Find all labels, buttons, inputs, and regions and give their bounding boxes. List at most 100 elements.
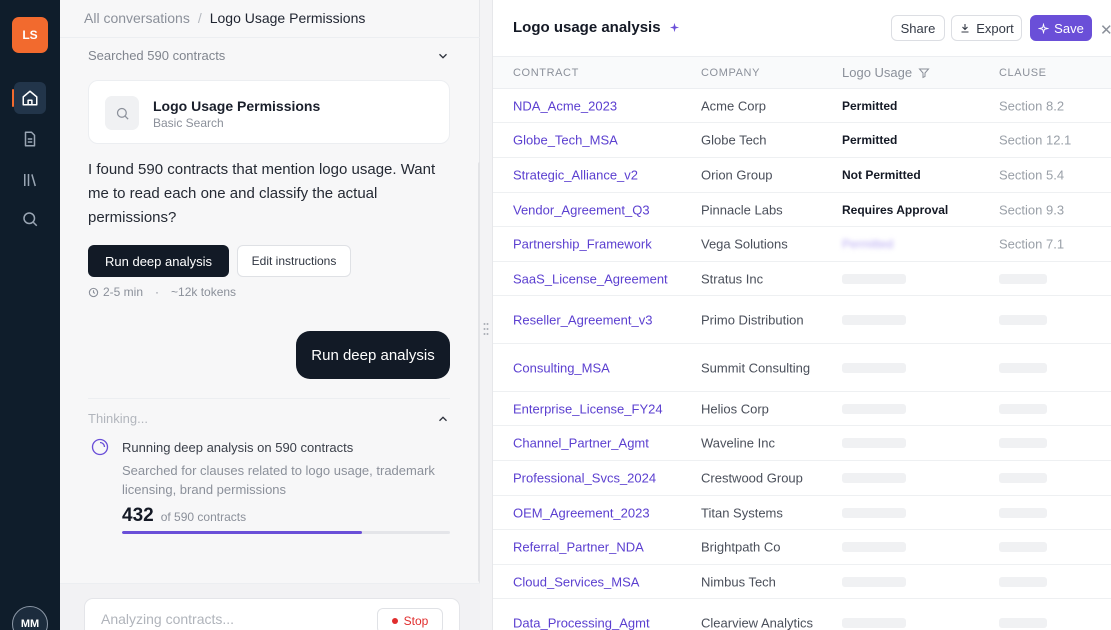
company-cell: Orion Group — [701, 167, 773, 183]
document-icon — [24, 131, 36, 147]
analysis-panel: Logo usage analysis Share Export Save ✕ … — [492, 0, 1111, 630]
table-row[interactable]: Partnership_Framework Vega Solutions Permi… — [493, 227, 1111, 262]
clause-loading-skeleton — [999, 473, 1047, 483]
usage-cell: Permitted — [842, 98, 898, 113]
table-row[interactable]: Data_Processing_Agmt Clearview Analytics — [493, 599, 1111, 630]
usage-cell: Permitted — [842, 237, 894, 251]
contract-link[interactable]: Globe_Tech_MSA — [513, 133, 618, 148]
clause-cell: Section 7.1 — [999, 236, 1065, 252]
contract-link[interactable]: Professional_Svcs_2024 — [513, 471, 656, 486]
table-row[interactable]: Consulting_MSA Summit Consulting — [493, 344, 1111, 392]
company-cell: Acme Corp — [701, 98, 767, 113]
breadcrumb: All conversations / Logo Usage Permissio… — [84, 10, 365, 26]
contract-link[interactable]: Vendor_Agreement_Q3 — [513, 202, 650, 217]
home-nav[interactable] — [12, 82, 46, 114]
library-nav[interactable] — [14, 164, 46, 196]
progress-bar — [122, 531, 450, 534]
stop-button[interactable]: Stop — [377, 608, 443, 630]
user-message-bubble: Run deep analysis — [296, 331, 450, 379]
header-divider — [60, 37, 480, 38]
export-button[interactable]: Export — [951, 15, 1022, 41]
table-row[interactable]: Cloud_Services_MSA Nimbus Tech — [493, 565, 1111, 599]
composer-input[interactable]: Analyzing contracts... — [101, 611, 234, 627]
save-button[interactable]: Save — [1030, 15, 1092, 41]
progress-count: 432 of 590 contracts — [122, 505, 246, 527]
composer[interactable]: Analyzing contracts... Stop — [84, 598, 460, 630]
table-row[interactable]: NDA_Acme_2023 Acme Corp Permitted Section 8… — [493, 89, 1111, 123]
panel-title: Logo usage analysis — [513, 19, 680, 36]
breadcrumb-root[interactable]: All conversations — [84, 10, 190, 26]
clause-loading-skeleton — [999, 542, 1047, 552]
chevron-down-icon[interactable] — [436, 49, 450, 63]
contract-link[interactable]: Enterprise_License_FY24 — [513, 401, 663, 416]
clause-cell: Section 5.4 — [999, 167, 1065, 183]
contract-link[interactable]: SaaS_License_Agreement — [513, 271, 668, 286]
table-row[interactable]: SaaS_License_Agreement Stratus Inc — [493, 262, 1111, 296]
table-row[interactable]: Strategic_Alliance_v2 Orion Group Not Perm… — [493, 158, 1111, 193]
avatar[interactable]: MM — [12, 606, 48, 630]
search-icon — [116, 107, 129, 120]
contract-link[interactable]: Data_Processing_Agmt — [513, 615, 650, 630]
column-header-clause[interactable]: Clause — [999, 67, 1047, 79]
estimate-meta: 2-5 min · ~12k tokens — [88, 285, 236, 299]
run-deep-analysis-button[interactable]: Run deep analysis — [88, 245, 229, 277]
table-row[interactable]: Channel_Partner_Agmt Waveline Inc — [493, 426, 1111, 461]
table-row[interactable]: Enterprise_License_FY24 Helios Corp — [493, 392, 1111, 426]
drag-handle-icon[interactable] — [483, 322, 489, 336]
usage-cell: Not Permitted — [842, 168, 921, 182]
chevron-up-icon[interactable] — [436, 412, 450, 426]
share-button[interactable]: Share — [891, 15, 945, 41]
company-cell: Titan Systems — [701, 505, 783, 520]
contract-link[interactable]: Consulting_MSA — [513, 360, 610, 375]
usage-loading-skeleton — [842, 403, 906, 414]
company-cell: Primo Distribution — [701, 312, 804, 327]
table-row[interactable]: Professional_Svcs_2024 Crestwood Group — [493, 461, 1111, 496]
usage-cell: Requires Approval — [842, 202, 949, 217]
table-row[interactable]: Referral_Partner_NDA Brightpath Co — [493, 530, 1111, 565]
contract-link[interactable]: OEM_Agreement_2023 — [513, 505, 650, 520]
contract-link[interactable]: Channel_Partner_Agmt — [513, 436, 649, 451]
close-icon[interactable]: ✕ — [1100, 21, 1111, 39]
home-icon — [22, 90, 38, 106]
breadcrumb-separator: / — [197, 10, 202, 26]
stop-dot-icon — [391, 618, 398, 624]
contract-link[interactable]: Partnership_Framework — [513, 237, 652, 252]
column-header-contract[interactable]: Contract — [513, 67, 579, 79]
thinking-label[interactable]: Thinking... — [88, 411, 148, 426]
contract-link[interactable]: Cloud_Services_MSA — [513, 574, 639, 589]
table-row[interactable]: Globe_Tech_MSA Globe Tech Permitted Section… — [493, 123, 1111, 158]
workspace-logo[interactable]: LS — [12, 17, 48, 53]
company-cell: Waveline Inc — [701, 435, 775, 451]
table-row[interactable]: Vendor_Agreement_Q3 Pinnacle Labs Requires… — [493, 193, 1111, 227]
table-row[interactable]: OEM_Agreement_2023 Titan Systems — [493, 496, 1111, 530]
library-icon — [24, 174, 36, 187]
filter-icon[interactable] — [918, 67, 930, 79]
documents-nav[interactable] — [14, 123, 46, 155]
usage-loading-skeleton — [842, 576, 906, 587]
search-card-subtitle: Basic Search — [153, 116, 224, 130]
search-result-card[interactable]: Logo Usage Permissions Basic Search — [88, 80, 450, 144]
company-cell: Brightpath Co — [701, 539, 781, 555]
clause-loading-skeleton — [999, 617, 1047, 628]
save-label: Save — [1054, 20, 1084, 36]
chat-panel: All conversations / Logo Usage Permissio… — [60, 0, 482, 630]
column-header-company[interactable]: Company — [701, 67, 760, 79]
table-row[interactable]: Reseller_Agreement_v3 Primo Distribution — [493, 296, 1111, 344]
contract-link[interactable]: Referral_Partner_NDA — [513, 540, 644, 555]
company-cell: Crestwood Group — [701, 470, 803, 486]
company-cell: Nimbus Tech — [701, 574, 776, 589]
search-nav[interactable] — [14, 203, 46, 235]
searched-summary[interactable]: Searched 590 contracts — [88, 48, 225, 63]
clause-loading-skeleton — [999, 507, 1047, 518]
search-card-icon-box — [105, 96, 139, 130]
edit-instructions-button[interactable]: Edit instructions — [237, 245, 351, 277]
progress-current: 432 — [122, 505, 154, 526]
contract-link[interactable]: NDA_Acme_2023 — [513, 98, 617, 113]
usage-loading-skeleton — [842, 314, 906, 325]
search-card-title: Logo Usage Permissions — [153, 98, 321, 114]
column-header-logo-usage[interactable]: Logo Usage — [842, 65, 930, 80]
contract-link[interactable]: Strategic_Alliance_v2 — [513, 168, 638, 183]
company-cell: Pinnacle Labs — [701, 202, 783, 217]
contract-link[interactable]: Reseller_Agreement_v3 — [513, 312, 652, 327]
table-header: Contract Company Logo Usage Clause — [493, 56, 1111, 89]
